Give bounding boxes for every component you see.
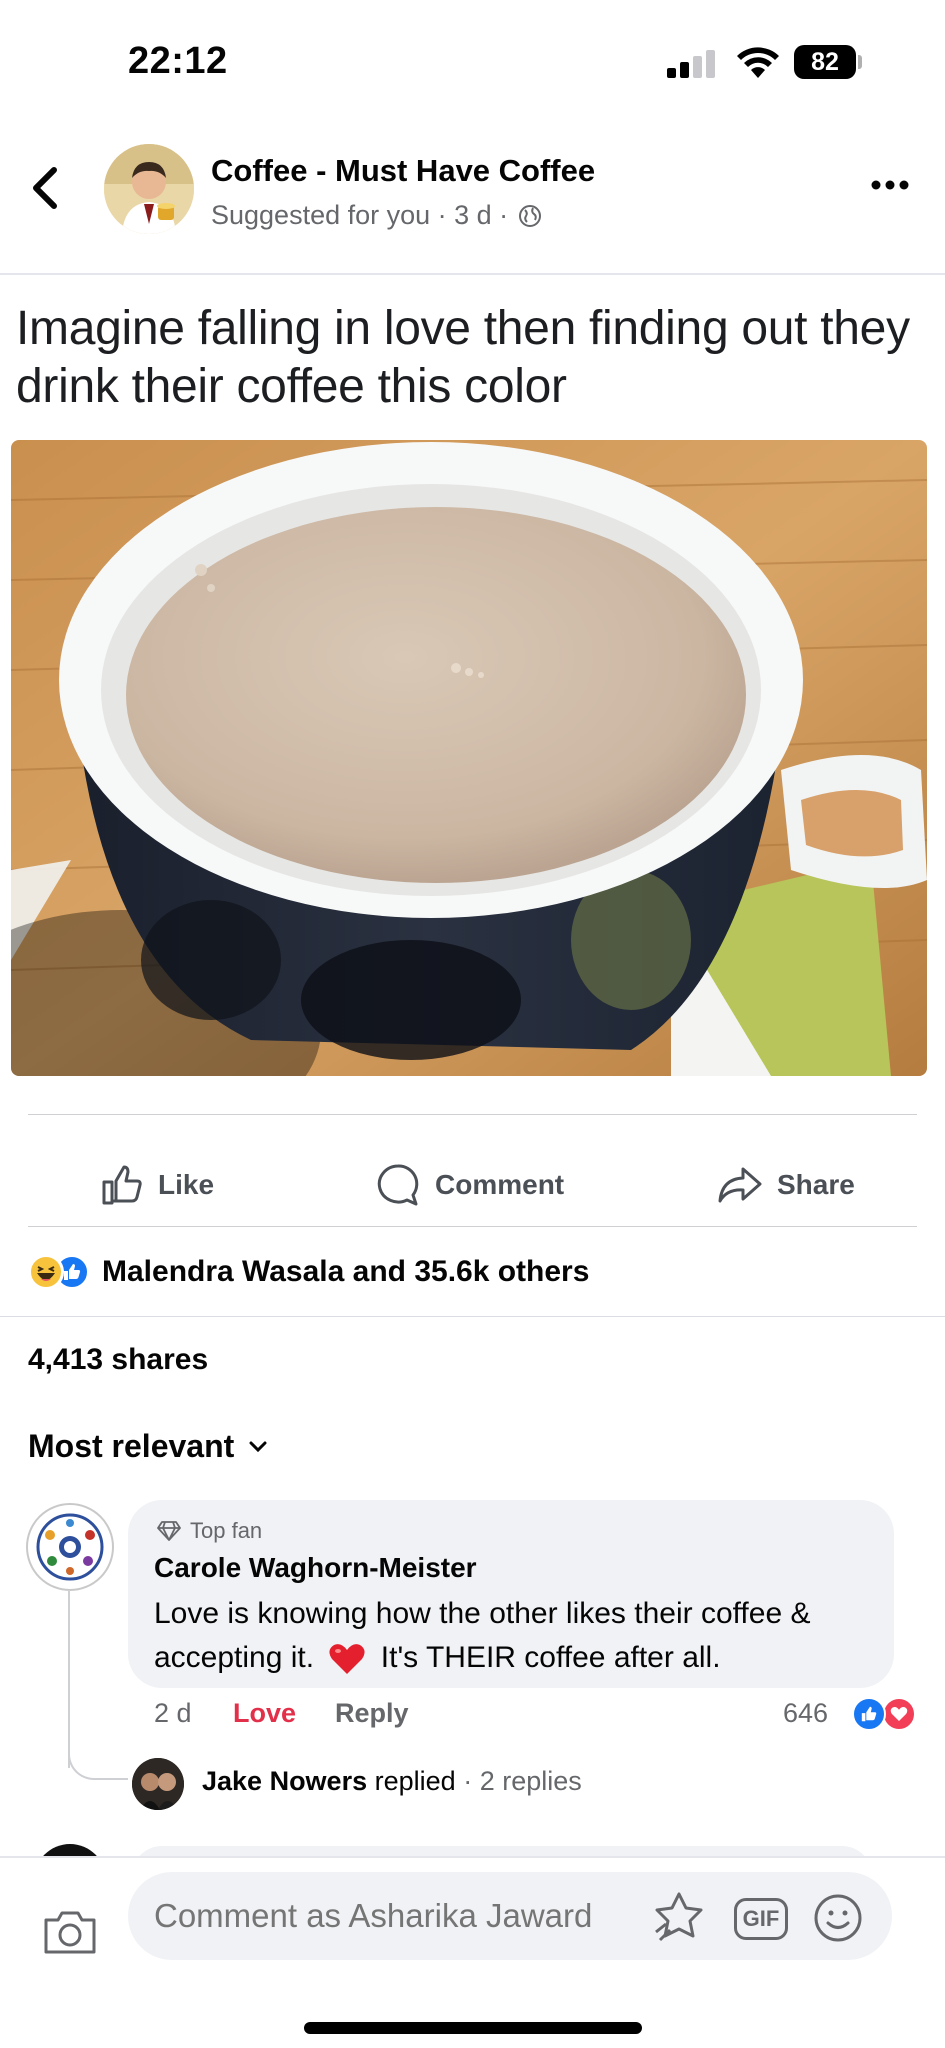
commenter-avatar[interactable] <box>26 1503 114 1591</box>
comment-sort-dropdown[interactable]: Most relevant <box>28 1428 268 1465</box>
cellular-signal-icon <box>667 48 719 78</box>
battery-cap <box>858 55 862 69</box>
reply-action: replied <box>374 1766 456 1796</box>
page-avatar-image <box>104 144 194 234</box>
comment-text: Love is knowing how the other likes thei… <box>154 1592 874 1680</box>
status-bar: 22:12 82 <box>0 0 945 120</box>
globe-icon <box>519 204 542 227</box>
status-time: 22:12 <box>128 40 228 82</box>
reactions-divider <box>0 1316 945 1317</box>
comment-label: Comment <box>435 1169 565 1200</box>
share-label: Share <box>777 1169 855 1200</box>
commenter-avatar-image <box>30 1507 110 1587</box>
comment-time: 2 d <box>154 1698 192 1728</box>
top-fan-badge: Top fan <box>156 1518 262 1544</box>
page-avatar[interactable] <box>104 144 194 234</box>
more-options-button[interactable] <box>870 172 910 196</box>
thread-curve <box>68 1740 128 1780</box>
back-button[interactable] <box>30 160 70 216</box>
comment-love-reaction-icon <box>882 1697 916 1731</box>
more-icon <box>871 180 909 190</box>
post-caption: Imagine falling in love then finding out… <box>16 302 910 413</box>
comment-composer: GIF <box>0 1856 945 2048</box>
image-divider <box>28 1114 917 1115</box>
comment-sort-label: Most relevant <box>28 1428 235 1464</box>
emoji-icon[interactable] <box>812 1892 864 1944</box>
commenter-name[interactable]: Carole Waghorn-Meister <box>154 1552 477 1584</box>
like-icon <box>102 1165 142 1205</box>
comment-button[interactable]: Comment <box>375 1160 564 1210</box>
back-icon <box>33 167 57 209</box>
post-image[interactable] <box>11 440 927 1076</box>
haha-reaction-icon <box>28 1254 64 1290</box>
page-name[interactable]: Coffee - Must Have Coffee <box>211 153 595 189</box>
diamond-icon <box>157 1521 181 1541</box>
reply-count: · 2 replies <box>463 1766 582 1796</box>
comment-icon <box>377 1164 419 1206</box>
header-divider <box>0 273 945 275</box>
like-label: Like <box>158 1169 215 1200</box>
shares-count[interactable]: 4,413 shares <box>28 1343 208 1377</box>
reply-author-name: Jake Nowers <box>202 1766 368 1796</box>
comment-like-reaction-icon <box>852 1697 886 1731</box>
battery-indicator: 82 <box>794 45 856 79</box>
avatar-sticker-icon[interactable] <box>650 1888 708 1946</box>
reaction-summary[interactable]: Malendra Wasala and 35.6k others <box>28 1250 589 1294</box>
post-meta-text: Suggested for you · 3 d · <box>211 200 509 230</box>
comment-reply-button[interactable]: Reply <box>335 1698 409 1729</box>
comment-bubble[interactable]: Top fan Carole Waghorn-Meister Love is k… <box>128 1500 894 1688</box>
camera-icon[interactable] <box>42 1908 98 1956</box>
actions-divider <box>28 1226 917 1227</box>
reply-author-avatar-image <box>132 1758 184 1810</box>
comment-reaction-count[interactable]: 646 <box>783 1698 828 1729</box>
comment-text-part-2: It's THEIR coffee after all. <box>380 1641 721 1674</box>
share-icon <box>718 1167 762 1203</box>
like-button[interactable]: Like <box>100 1160 214 1210</box>
view-replies-link[interactable]: Jake Nowers replied · 2 replies <box>202 1766 582 1797</box>
comment-love-button[interactable]: Love <box>233 1698 296 1729</box>
chevron-down-icon <box>249 1441 267 1452</box>
gif-button[interactable]: GIF <box>734 1898 788 1940</box>
post-meta: Suggested for you · 3 d · <box>211 200 542 231</box>
top-fan-label: Top fan <box>190 1518 263 1543</box>
wifi-icon <box>737 47 779 78</box>
coffee-cup-photo <box>11 440 927 1076</box>
heart-emoji-icon <box>329 1644 366 1675</box>
reply-author-avatar[interactable] <box>132 1758 184 1810</box>
share-button[interactable]: Share <box>717 1160 855 1210</box>
reaction-summary-text: Malendra Wasala and 35.6k others <box>102 1255 590 1288</box>
home-indicator[interactable] <box>304 2022 642 2034</box>
